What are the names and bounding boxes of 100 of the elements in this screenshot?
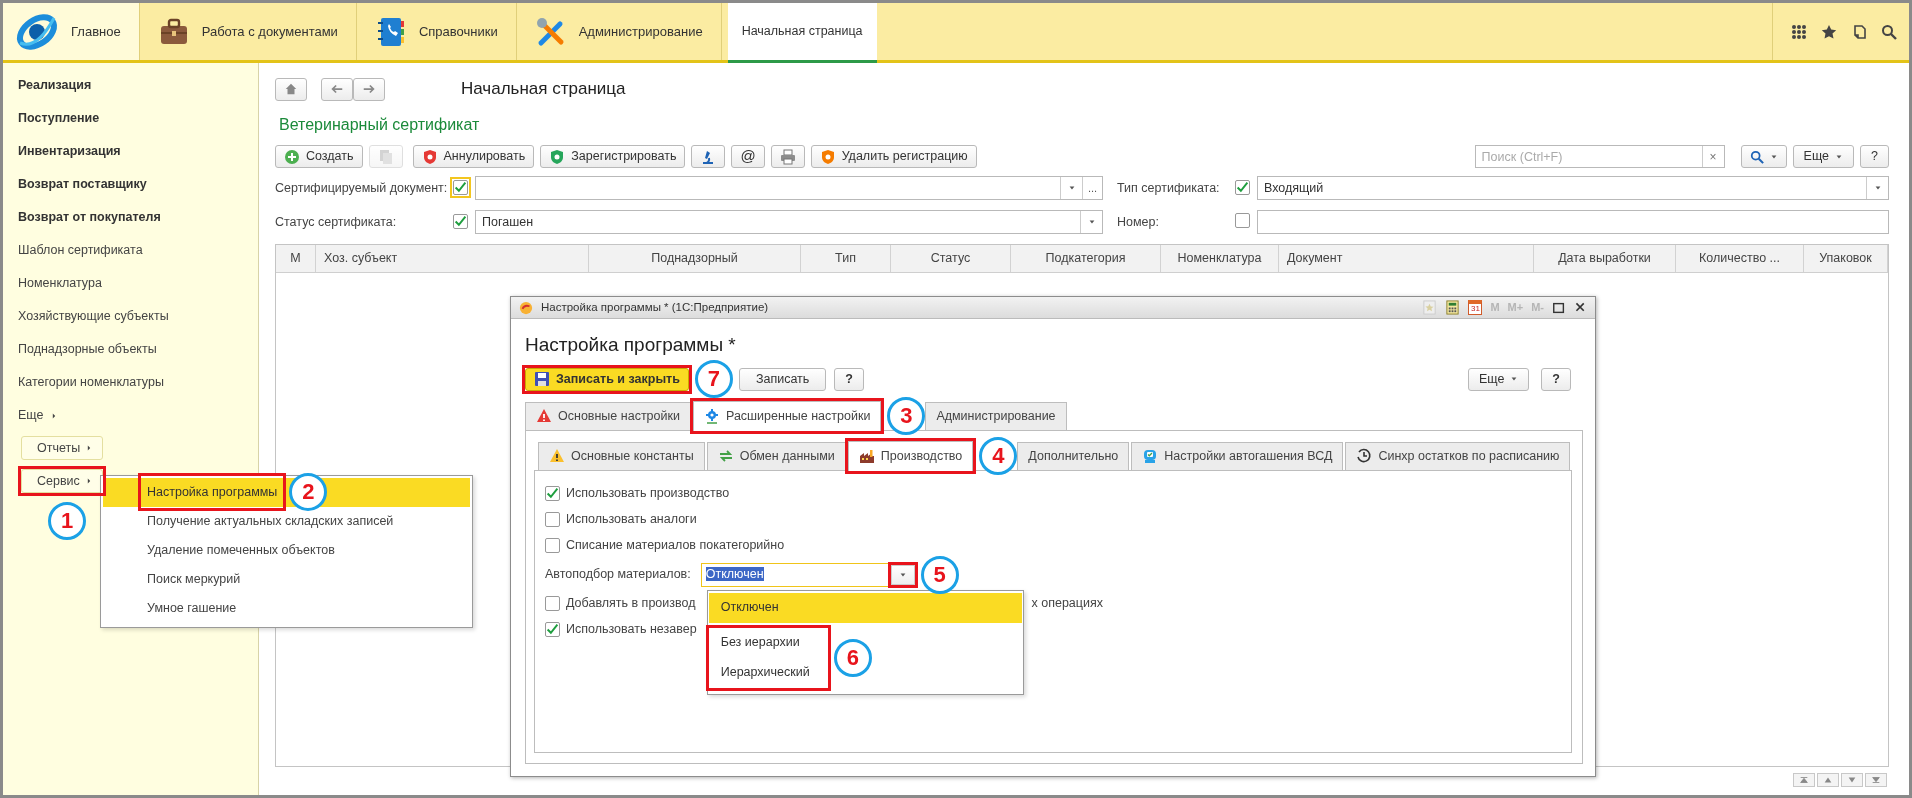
command-button[interactable]: Записать и закрыть xyxy=(525,367,689,391)
tab[interactable]: Администрирование xyxy=(925,401,1067,430)
scroll-last-icon xyxy=(1871,775,1881,785)
column-header[interactable]: Тип xyxy=(801,245,891,272)
sidebar-button[interactable]: Отчеты xyxy=(21,436,104,460)
column-header[interactable]: Подкатегория xyxy=(1011,245,1161,272)
toolbar-button[interactable]: Создать xyxy=(275,145,363,168)
forward-button[interactable] xyxy=(353,77,385,101)
checkbox[interactable] xyxy=(545,538,560,553)
checkbox[interactable] xyxy=(545,622,560,637)
forward-arrow-icon xyxy=(362,82,376,96)
scroll-button[interactable] xyxy=(1793,773,1815,787)
dropdown-field[interactable]: Погашен xyxy=(475,210,1103,234)
column-header[interactable]: Дата выработки xyxy=(1534,245,1676,272)
column-header[interactable]: Хоз. субъект xyxy=(316,245,589,272)
section-tab[interactable]: Справочники xyxy=(356,3,517,60)
back-button[interactable] xyxy=(321,77,353,101)
toolbar-button[interactable]: Аннулировать xyxy=(412,145,535,168)
checkbox-label: Списание материалов покатегорийно xyxy=(566,537,785,555)
icon-button[interactable] xyxy=(770,145,805,168)
copy-icon xyxy=(377,148,394,165)
sidebar-item[interactable]: Номенклатура xyxy=(18,267,258,300)
menu-item[interactable]: Удаление помеченных объектов xyxy=(103,536,470,565)
search-field[interactable]: Поиск (Ctrl+F) × xyxy=(1474,145,1725,168)
tab[interactable]: Основные настройки xyxy=(525,401,691,430)
section-tab[interactable]: Администрирование xyxy=(516,3,722,60)
checkbox[interactable] xyxy=(453,213,468,229)
column-header[interactable]: Количество ... xyxy=(1676,245,1804,272)
field-label: Номер: xyxy=(1116,213,1160,231)
shield-icon xyxy=(549,148,566,165)
help-button[interactable]: ? xyxy=(1541,367,1571,391)
dropdown-option[interactable]: Без иерархии xyxy=(708,627,818,658)
scroll-button[interactable] xyxy=(1865,773,1887,787)
calculator-icon xyxy=(1445,300,1461,315)
toolbar-button[interactable]: Зарегистрировать xyxy=(540,145,686,168)
close-icon xyxy=(1574,301,1587,314)
toolbar-button[interactable]: Удалить регистрацию xyxy=(810,145,977,168)
command-button[interactable]: ? xyxy=(834,367,864,391)
grid-icon xyxy=(1791,23,1807,40)
column-header[interactable]: Номенклатура xyxy=(1161,245,1279,272)
command-button[interactable]: Записать xyxy=(738,367,827,391)
search-button[interactable] xyxy=(1740,145,1787,168)
caret-icon xyxy=(1769,152,1778,161)
sidebar-item[interactable]: Реализация xyxy=(18,69,258,102)
toolbar-button[interactable]: @ xyxy=(731,145,765,168)
tab[interactable]: Синхр остатков по расписанию xyxy=(1345,441,1571,470)
sidebar-item[interactable]: Поднадзорные объекты xyxy=(18,333,258,366)
tab[interactable]: Дополнительно xyxy=(1017,441,1130,470)
pages-icon xyxy=(1851,23,1867,40)
home-icon xyxy=(284,82,298,96)
tab[interactable]: Основные константы xyxy=(538,441,705,470)
search-icon xyxy=(1881,23,1897,40)
page-tab[interactable]: Начальная страница xyxy=(727,3,877,63)
select-button[interactable]: ... xyxy=(1082,177,1102,199)
column-header[interactable]: Поднадзорный xyxy=(589,245,801,272)
checkbox[interactable] xyxy=(545,512,560,527)
field-label: Автоподбор материалов: xyxy=(545,566,691,584)
sidebar-item[interactable]: Шаблон сертификата xyxy=(18,234,258,267)
dropdown-field[interactable]: ... xyxy=(475,176,1103,200)
column-header[interactable]: Документ xyxy=(1279,245,1534,272)
sidebar-item[interactable]: Категории номенклатуры xyxy=(18,366,258,399)
tab[interactable]: Обмен данными xyxy=(706,441,846,470)
caret-icon xyxy=(1510,375,1519,383)
sidebar-button[interactable]: Сервис xyxy=(21,469,103,493)
menu-item[interactable]: Поиск меркурий xyxy=(103,565,470,594)
dropdown-option[interactable]: Иерархический xyxy=(708,657,828,688)
tab[interactable]: Расширенные настройки xyxy=(692,400,882,431)
checkbox[interactable] xyxy=(545,596,560,611)
sidebar-item[interactable]: Инвентаризация xyxy=(18,135,258,168)
dropdown-field[interactable]: Отключен xyxy=(700,562,918,587)
dropdown-field[interactable]: Входящий xyxy=(1257,176,1889,200)
tab[interactable]: Настройки автогашения ВСД xyxy=(1131,441,1344,470)
menu-item[interactable]: Умное гашение xyxy=(103,594,470,623)
more-button[interactable]: Еще xyxy=(1792,145,1855,168)
column-header[interactable]: Статус xyxy=(891,245,1011,272)
calendar-icon[interactable]: 31 xyxy=(1468,300,1483,315)
input-field[interactable] xyxy=(1257,210,1889,234)
caret-icon xyxy=(1873,184,1882,192)
tab[interactable]: Производство xyxy=(847,440,974,471)
dropdown-option[interactable]: Отключен xyxy=(708,592,1022,623)
more-link[interactable]: Еще xyxy=(18,399,258,432)
column-header[interactable]: Упаковок xyxy=(1804,245,1888,272)
more-button[interactable]: Еще xyxy=(1467,367,1530,391)
sidebar-item[interactable]: Возврат поставщику xyxy=(18,168,258,201)
home-button[interactable] xyxy=(275,77,307,101)
icon-button[interactable] xyxy=(691,145,726,168)
sidebar-item[interactable]: Поступление xyxy=(18,102,258,135)
section-tab[interactable]: Работа с документами xyxy=(139,3,357,60)
caret-icon xyxy=(1067,184,1076,192)
clear-button[interactable]: × xyxy=(1701,146,1724,167)
checkbox[interactable] xyxy=(1235,213,1250,229)
scroll-button[interactable] xyxy=(1841,773,1863,787)
section-tab[interactable]: Главное xyxy=(3,3,140,60)
sidebar-item[interactable]: Возврат от покупателя xyxy=(18,201,258,234)
column-header[interactable]: М xyxy=(276,245,316,272)
checkbox[interactable] xyxy=(545,486,560,501)
help-button[interactable]: ? xyxy=(1860,145,1889,168)
scroll-button[interactable] xyxy=(1817,773,1839,787)
sidebar-item[interactable]: Хозяйствующие субъекты xyxy=(18,300,258,333)
checkbox[interactable] xyxy=(1235,179,1250,195)
